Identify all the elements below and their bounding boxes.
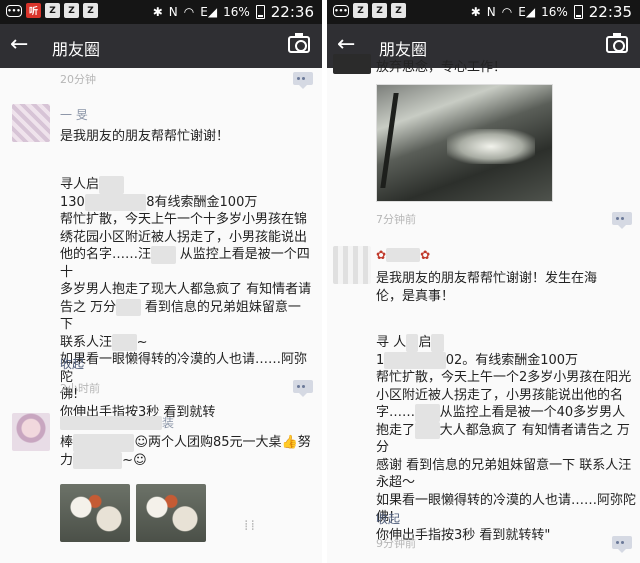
avatar[interactable] [333,54,371,74]
post-time: 9分钟前 [376,537,416,550]
bluetooth-icon: ✱ [152,5,163,19]
post-body: 寻 人■启■ 1■■■■■02。有线索酬金100万 帮忙扩散，今天上午一个2多岁… [376,334,636,544]
z-app-icon: Z [353,3,368,18]
avatar[interactable] [12,413,50,451]
clock: 22:36 [270,3,314,21]
battery-percent: 16% [223,5,250,19]
post-line: 130■■■■■8有线索酬金100万 [60,193,258,211]
z-app-icon: Z [45,3,60,18]
message-icon: ••• [333,4,349,17]
avatar[interactable] [333,246,371,284]
emoji-icon: ☺ [133,452,147,468]
signal-icon: E◢ [518,5,536,19]
post-line: 如果看一眼懒得转的冷漠的人也请……阿弥陀 [376,492,637,508]
z-app-icon: Z [64,3,79,18]
comment-button[interactable] [293,72,313,89]
camera-icon[interactable] [606,33,628,53]
nfc-icon: N [168,5,178,19]
comment-button[interactable] [612,212,632,229]
post-line: 佛! [376,510,395,525]
post-line: 感谢 看到信息的兄弟姐妹留意一下 联系人汪 [376,457,632,473]
collapse-link[interactable]: 收起 [60,355,84,372]
rose-icon: ✿ [376,248,387,262]
photo-thumbnail[interactable] [136,484,206,542]
post-line: 告之 万分■■ 看到信息的兄弟姐妹留意一下 [60,298,301,332]
status-bar: ••• Z Z Z ✱ N ◠ E◢ 16% 22:35 [327,0,640,24]
blurred-content: ⁞⁞ [244,518,257,534]
wifi-icon: ◠ [183,5,195,19]
signal-icon: E◢ [200,5,218,19]
post-photo[interactable] [376,84,553,202]
post-text: 棒■■■■■☺两个人团购85元一大桌👍努 力■■■■~☺ [60,434,311,469]
nfc-icon: N [486,5,496,19]
post-line: 帮忙扩散，今天上午一个十多岁小男孩在锦 [60,212,308,227]
post-line: 帮忙扩散，今天上午一个2多岁小男孩在阳光 [376,370,632,385]
battery-icon [573,5,583,19]
camera-icon[interactable] [288,33,310,53]
post-line: 联系人汪■■~ [60,333,148,351]
post-line: 他的名字……汪■■ 从监控上看是被一个四十 [60,246,310,280]
app-icon: 听 [26,3,41,18]
post-text: 放弃思念，专心工作！ [376,60,507,75]
post-line: 小区附近被人拐走了，小男孩能说出他的名 [376,387,624,403]
moments-feed: 20分钟 一 旻 是我朋友的朋友帮帮忙谢谢！ 寻人启■■ 130■■■■■8有线… [0,68,322,563]
comment-button[interactable] [293,380,313,397]
post-line: 寻人启■■ [60,176,312,194]
avatar[interactable] [12,104,50,142]
z-app-icon: Z [391,3,406,18]
post-line: 1■■■■■02。有线索酬金100万 [376,351,579,369]
post-text: 是我朋友的朋友帮帮忙谢谢！发生在海 [376,271,598,286]
thumbs-up-icon: 👍 [281,435,298,450]
back-arrow-icon[interactable]: ← [10,33,28,57]
clock: 22:35 [588,3,632,21]
battery-icon [255,5,265,19]
right-phone-screen: ••• Z Z Z ✱ N ◠ E◢ 16% 22:35 ← 朋友圈 放弃思念，… [327,0,640,563]
collapse-link[interactable]: 收起 [376,510,400,527]
post-author[interactable]: 一 旻 [60,106,88,123]
post-line: 寻 人■启■ [376,334,636,352]
bluetooth-icon: ✱ [470,5,481,19]
post-line: 抱走了■■大人都急疯了 有知情者请告之 万分 [376,421,630,455]
post-text: 是我朋友的朋友帮帮忙谢谢！ [60,129,230,144]
page-title: 朋友圈 [52,40,101,59]
post-time: 2小时前 [60,382,100,395]
post-line: 永超～ [376,475,416,490]
battery-percent: 16% [541,5,568,19]
post-line: 字……■■从监控上看是被一个40多岁男人 [376,404,626,422]
moments-feed: 放弃思念，专心工作！ 7分钟前 ✿■■■✿ 是我朋友的朋友帮帮忙谢谢！发生在海 … [327,54,640,563]
comment-button[interactable] [612,536,632,553]
z-app-icon: Z [83,3,98,18]
photo-thumbnail[interactable] [60,484,130,542]
page-title: 朋友圈 [379,40,428,59]
emoji-icon: ☺ [134,435,148,450]
post-text: 伦，是真事！ [376,289,455,304]
post-author[interactable]: ■■■■■■■■■装 [60,414,174,431]
post-author[interactable]: ✿■■■✿ [376,248,430,262]
app-bar: ← 朋友圈 [0,24,322,68]
post-line: 多岁男人抱走了现大人都急疯了 有知情者请 [60,282,312,297]
network-type: E [200,5,208,19]
post-line: 绣花园小区附近被人拐走了，小男孩能说出 [60,229,308,245]
rose-icon: ✿ [420,248,431,262]
z-app-icon: Z [372,3,387,18]
wifi-icon: ◠ [501,5,513,19]
left-phone-screen: ••• 听 Z Z Z ✱ N ◠ E◢ 16% 22:36 ← 朋友圈 20分… [0,0,322,563]
message-icon: ••• [6,4,22,17]
network-type: E [518,5,526,19]
post-time: 7分钟前 [376,213,416,226]
status-bar: ••• 听 Z Z Z ✱ N ◠ E◢ 16% 22:36 [0,0,322,24]
post-time: 20分钟 [60,73,96,86]
